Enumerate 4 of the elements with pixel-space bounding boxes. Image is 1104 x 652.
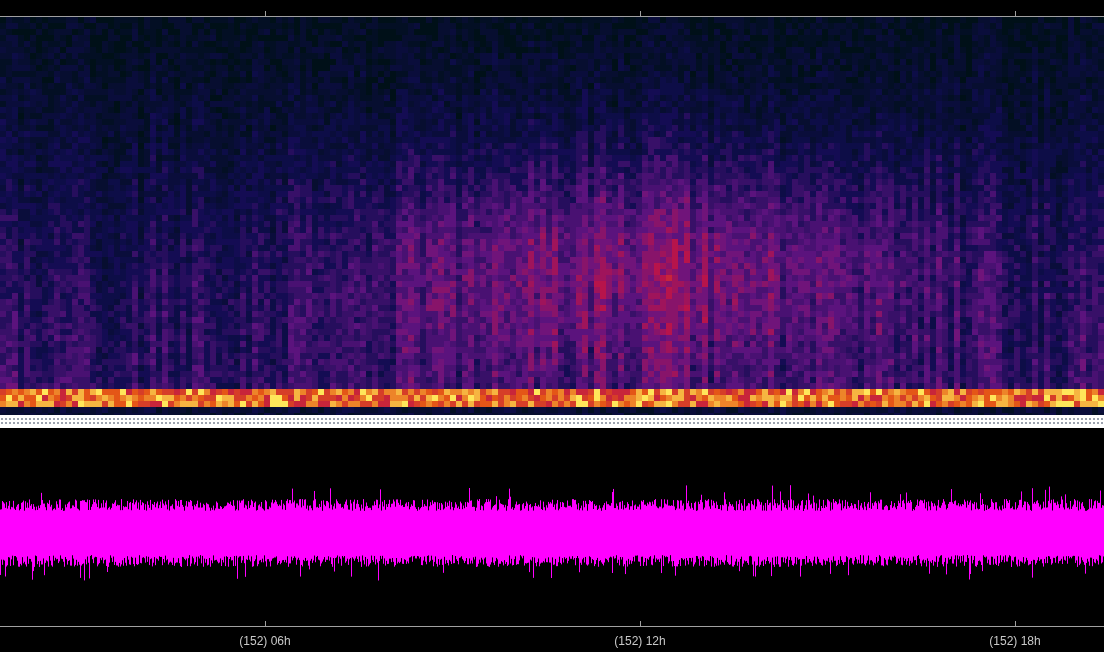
pane-splitter[interactable] bbox=[0, 415, 1104, 428]
time-axis-label: (152) 06h bbox=[239, 633, 291, 650]
time-axis-label: (152) 18h bbox=[989, 633, 1041, 650]
time-axis-label: (152) 12h bbox=[614, 633, 666, 650]
